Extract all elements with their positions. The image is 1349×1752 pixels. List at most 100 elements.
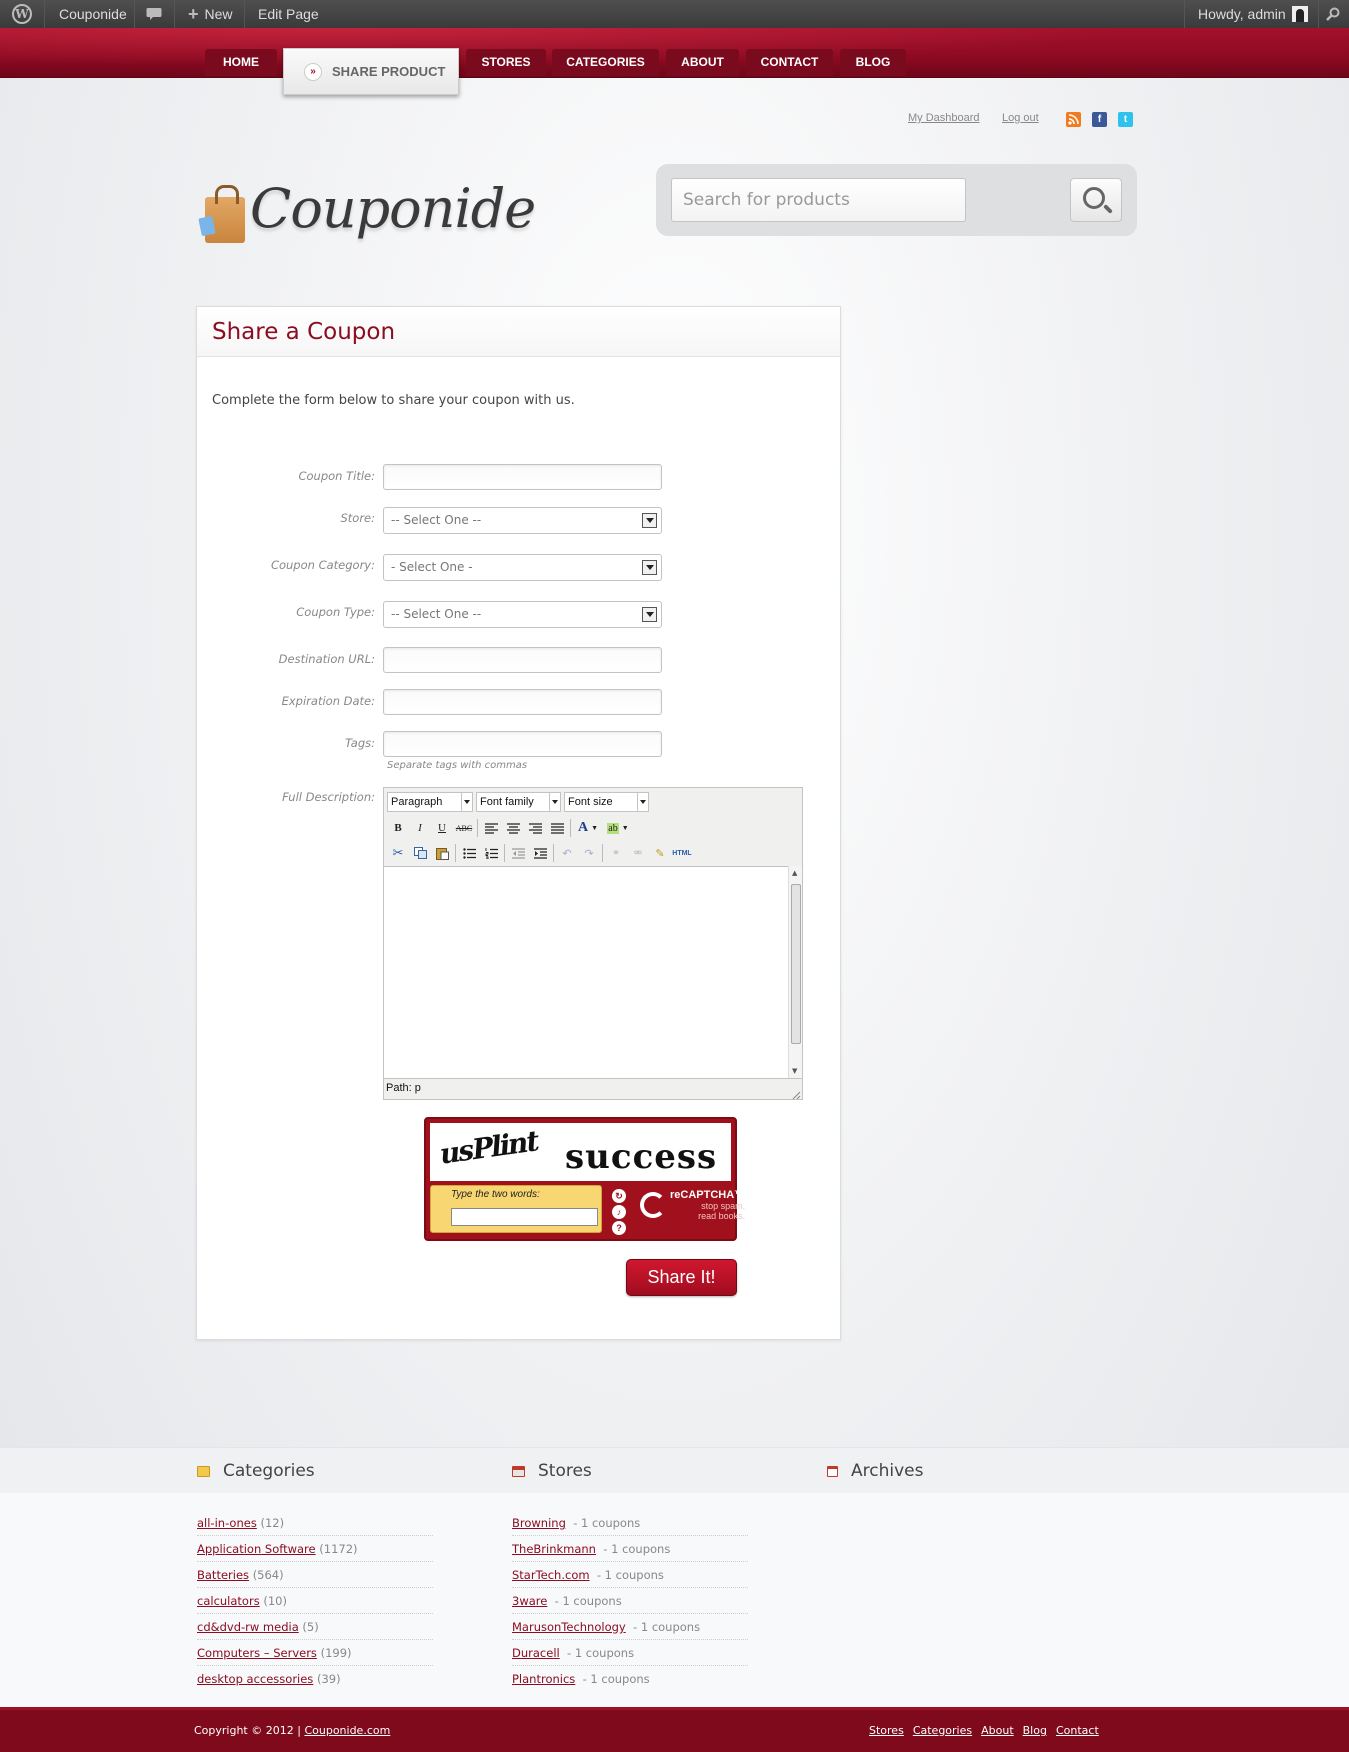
list-item: Duracell - 1 coupons [512,1640,748,1666]
format-select[interactable]: Paragraph [387,792,473,812]
category-link[interactable]: desktop accessories [197,1672,313,1686]
font-family-select[interactable]: Font family [476,792,561,812]
intro-text: Complete the form below to share your co… [212,393,575,408]
list-item: TheBrinkmann - 1 coupons [512,1536,748,1562]
comments-icon[interactable] [146,0,162,28]
admin-site-name[interactable]: Couponide [59,0,127,28]
strikethrough-icon[interactable]: ABC [453,818,475,838]
category-select-value: - Select One - [391,560,473,574]
nav-share-product-label: SHARE PRODUCT [332,64,446,79]
redo-icon[interactable]: ↷ [578,843,600,863]
calendar-icon [827,1465,838,1477]
undo-icon[interactable]: ↶ [556,843,578,863]
category-link[interactable]: Application Software [197,1542,316,1556]
captcha-input[interactable] [451,1208,598,1226]
category-link[interactable]: Batteries [197,1568,249,1582]
text-color-icon[interactable]: A ▼ [573,818,603,838]
facebook-icon[interactable]: f [1092,112,1107,127]
align-right-icon[interactable] [524,818,546,838]
editor-content-area[interactable] [384,866,788,1078]
nav-blog[interactable]: BLOG [840,49,906,76]
bold-icon[interactable]: B [387,818,409,838]
store-link[interactable]: Plantronics [512,1672,575,1686]
search-button[interactable] [1070,178,1122,222]
highlight-color-icon[interactable]: ab ▼ [603,818,633,838]
captcha-image: usPlint success [430,1123,731,1181]
font-size-select[interactable]: Font size [564,792,649,812]
editor-scrollbar[interactable]: ▲ ▼ [788,866,802,1078]
expiration-date-input[interactable] [383,689,662,715]
nav-home[interactable]: HOME [205,49,277,76]
align-center-icon[interactable] [502,818,524,838]
share-it-button[interactable]: Share It! [626,1259,737,1296]
store-link[interactable]: StarTech.com [512,1568,590,1582]
admin-edit-page[interactable]: Edit Page [258,0,319,28]
store-select[interactable]: -- Select One -- [383,507,662,534]
footer-link-categories[interactable]: Categories [913,1724,972,1737]
coupon-type-select[interactable]: -- Select One -- [383,601,662,628]
cleanup-icon[interactable]: ✎ [649,843,671,863]
store-link[interactable]: 3ware [512,1594,547,1608]
scrollbar-thumb[interactable] [791,884,801,1044]
list-item: Computers – Servers (199) [197,1640,433,1666]
category-select[interactable]: - Select One - [383,554,662,581]
nav-contact[interactable]: CONTACT [746,49,833,76]
nav-share-product[interactable]: » SHARE PRODUCT [283,48,459,95]
admin-search-icon[interactable] [1326,0,1340,28]
admin-account[interactable]: Howdy, admin [1198,0,1308,28]
align-left-icon[interactable] [480,818,502,838]
audio-icon[interactable]: ♪ [612,1205,626,1219]
footer-link-stores[interactable]: Stores [869,1724,904,1737]
paste-icon[interactable] [431,843,453,863]
html-icon[interactable]: HTML [671,843,693,863]
store-link[interactable]: Duracell [512,1646,560,1660]
category-link[interactable]: calculators [197,1594,260,1608]
font-size-select-value: Font size [568,796,613,808]
coupon-title-input[interactable] [383,464,662,490]
categories-widget-title: Categories [197,1461,315,1481]
category-link[interactable]: Computers – Servers [197,1646,317,1660]
admin-new-button[interactable]: + New [188,0,233,28]
store-count: - 1 coupons [554,1594,622,1608]
category-link[interactable]: cd&dvd-rw media [197,1620,299,1634]
nav-about[interactable]: ABOUT [666,49,739,76]
site-link[interactable]: Couponide.com [304,1724,390,1737]
site-logo[interactable]: Couponide [198,175,536,275]
recaptcha-widget: usPlint success Type the two words: ↻ ♪ … [424,1117,745,1241]
indent-icon[interactable] [529,843,551,863]
search-input[interactable] [671,178,966,222]
help-icon[interactable]: ? [612,1221,626,1235]
list-item: calculators (10) [197,1588,433,1614]
resize-handle-icon[interactable] [792,1089,801,1100]
cut-icon[interactable]: ✂ [387,843,409,863]
italic-icon[interactable]: I [409,818,431,838]
archives-title: Archives [851,1461,924,1481]
nav-categories[interactable]: CATEGORIES [552,49,659,76]
footer-link-contact[interactable]: Contact [1056,1724,1099,1737]
footer-link-blog[interactable]: Blog [1023,1724,1047,1737]
footer-link-about[interactable]: About [981,1724,1014,1737]
store-link[interactable]: TheBrinkmann [512,1542,596,1556]
copy-icon[interactable] [409,843,431,863]
wordpress-logo-icon[interactable]: W [12,0,32,28]
tags-input[interactable] [383,731,662,757]
destination-url-input[interactable] [383,647,662,673]
rss-icon[interactable] [1066,112,1081,127]
category-label: Coupon Category: [270,558,375,572]
underline-icon[interactable]: U [431,818,453,838]
twitter-icon[interactable]: t [1118,112,1133,127]
outdent-icon[interactable] [507,843,529,863]
link-icon[interactable]: ⚭ [605,843,627,863]
category-link[interactable]: all-in-ones [197,1516,257,1530]
store-link[interactable]: MarusonTechnology [512,1620,626,1634]
numbered-list-icon[interactable] [480,843,502,863]
captcha-word-2: success [565,1137,718,1177]
logout-link[interactable]: Log out [1002,112,1039,124]
align-justify-icon[interactable] [546,818,568,838]
unlink-icon[interactable]: ⚮ [627,843,649,863]
store-link[interactable]: Browning [512,1516,566,1530]
refresh-icon[interactable]: ↻ [612,1189,626,1203]
my-dashboard-link[interactable]: My Dashboard [908,112,980,124]
bullet-list-icon[interactable] [458,843,480,863]
nav-stores[interactable]: STORES [466,49,546,76]
